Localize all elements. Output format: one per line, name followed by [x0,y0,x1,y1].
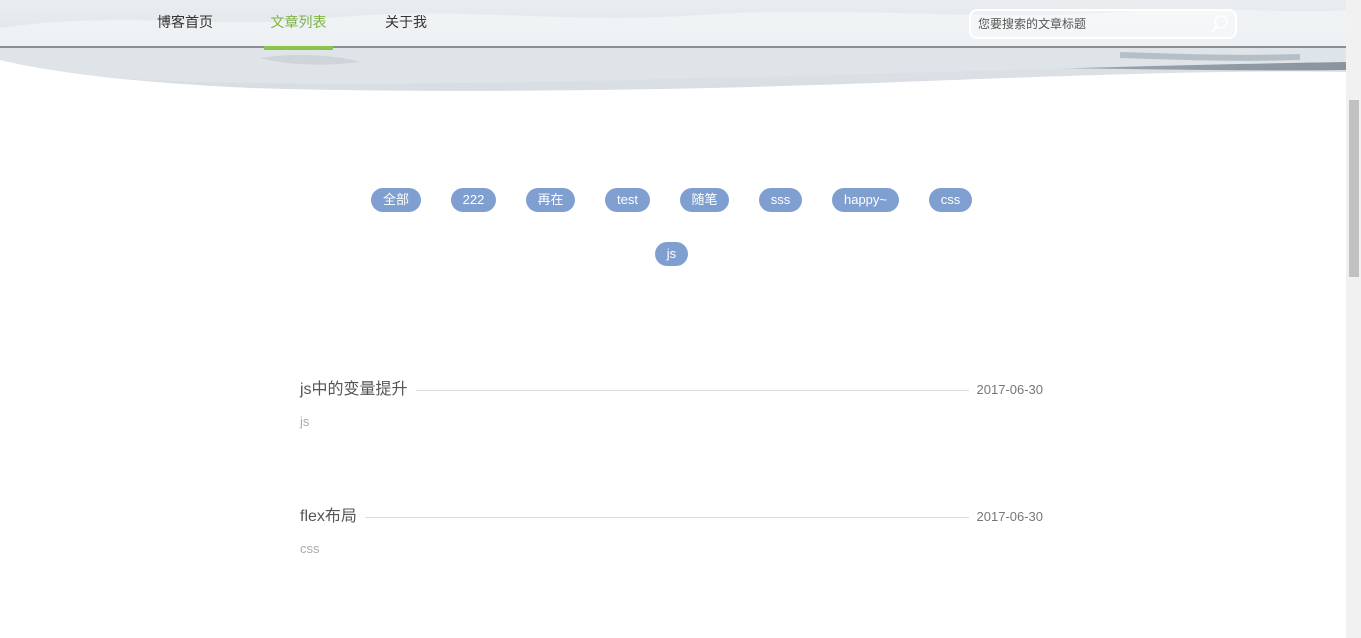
article-title[interactable]: flex布局 [300,507,365,527]
nav-item-home[interactable]: 博客首页 [156,0,214,48]
article-date: 2017-06-30 [968,381,1043,399]
nav-item-about-me[interactable]: 关于我 [384,0,428,48]
article-item: js中的变量提升 2017-06-30 js [300,380,1043,440]
search-input[interactable] [978,14,1206,34]
article-date: 2017-06-30 [968,508,1043,526]
vertical-scrollbar[interactable] [1346,0,1361,638]
article-item: flex布局 2017-06-30 css [300,507,1043,567]
top-nav: 博客首页 文章列表 关于我 [0,0,1346,50]
tag-all[interactable]: 全部 [371,188,421,212]
page: 博客首页 文章列表 关于我 全部 222 再在 test 随笔 sss happ… [0,0,1361,638]
tag-test[interactable]: test [605,188,650,212]
article-divider-line [300,517,1043,518]
tag-suibi[interactable]: 随笔 [680,188,729,212]
tag-zaizai[interactable]: 再在 [526,188,575,212]
nav-item-article-list[interactable]: 文章列表 [264,0,333,50]
scrollbar-thumb[interactable] [1349,100,1359,277]
tag-happy[interactable]: happy~ [832,188,899,212]
article-title[interactable]: js中的变量提升 [300,380,416,400]
search-box [969,9,1237,39]
article-tag[interactable]: css [300,541,320,556]
tag-222[interactable]: 222 [451,188,496,212]
tag-js[interactable]: js [655,242,688,266]
article-tag[interactable]: js [300,414,309,429]
tag-sss[interactable]: sss [759,188,802,212]
search-icon[interactable] [1211,14,1229,34]
tag-css[interactable]: css [929,188,972,212]
